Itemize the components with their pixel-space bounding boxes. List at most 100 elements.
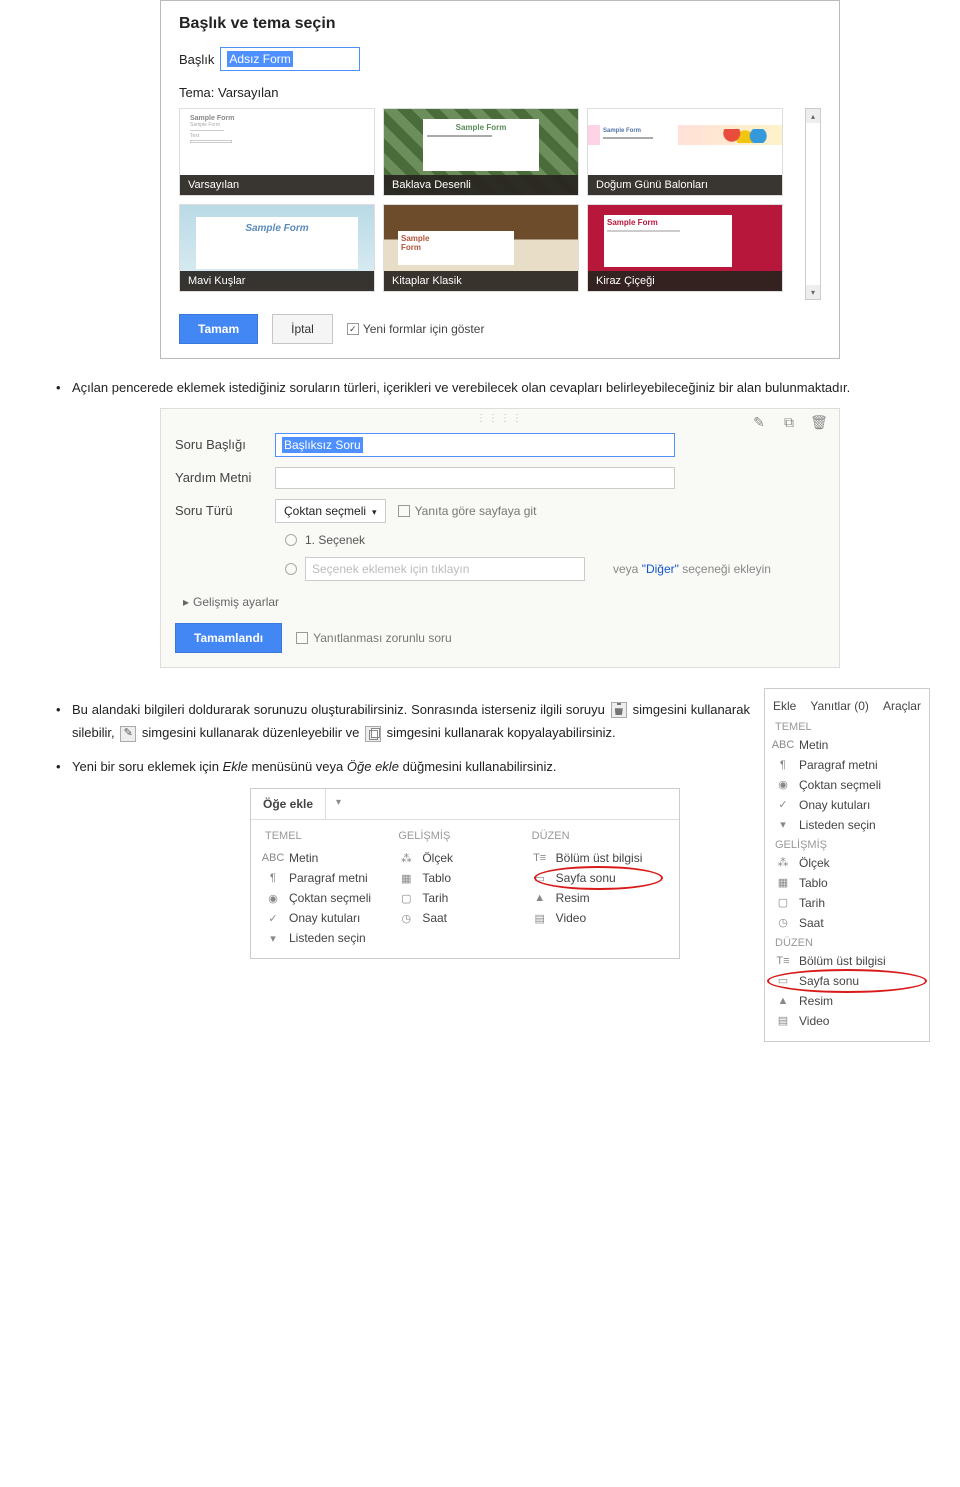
menu-image[interactable]: ▲Resim bbox=[532, 888, 665, 908]
radio-icon[interactable] bbox=[285, 563, 297, 575]
dropdown-icon: ▾ bbox=[775, 818, 791, 832]
required-checkbox[interactable]: Yanıtlanması zorunlu soru bbox=[296, 631, 452, 645]
rp-video[interactable]: ▤Video bbox=[765, 1011, 929, 1031]
radio-icon[interactable] bbox=[285, 534, 297, 546]
paragraph-icon: ¶ bbox=[265, 872, 281, 884]
help-text-input[interactable] bbox=[275, 467, 675, 489]
theme-option-bluebirds[interactable]: Sample Form Mavi Kuşlar bbox=[179, 204, 375, 292]
done-button[interactable]: Tamamlandı bbox=[175, 623, 282, 653]
menu-list[interactable]: ▾Listeden seçin bbox=[265, 928, 398, 948]
question-title-input[interactable]: Başlıksız Soru bbox=[275, 433, 675, 457]
insert-menu-panel: Ekle Yanıtlar (0) Araçlar TEMEL ABCMetin… bbox=[764, 688, 930, 1042]
delete-icon[interactable]: 🗑 bbox=[809, 413, 829, 433]
menu-date[interactable]: ▢Tarih bbox=[398, 888, 531, 908]
option-1-label[interactable]: 1. Seçenek bbox=[305, 533, 365, 547]
menu-ekle[interactable]: Ekle bbox=[773, 699, 796, 713]
text-icon: ABC bbox=[265, 852, 281, 864]
rp-text[interactable]: ABCMetin bbox=[765, 735, 929, 755]
rp-sectionheader[interactable]: T≡Bölüm üst bilgisi bbox=[765, 951, 929, 971]
drag-handle-icon[interactable]: ⋮⋮⋮⋮ bbox=[476, 413, 524, 424]
rp-image[interactable]: ▲Resim bbox=[765, 991, 929, 1011]
menu-checkboxes[interactable]: ✓Onay kutuları bbox=[265, 908, 398, 928]
menu-page-break[interactable]: ▭Sayfa sonu bbox=[532, 868, 665, 888]
menu-text[interactable]: ABCMetin bbox=[265, 848, 398, 868]
rp-multiplechoice[interactable]: ◉Çoktan seçmeli bbox=[765, 775, 929, 795]
question-type-dropdown[interactable]: Çoktan seçmeli bbox=[275, 499, 386, 523]
advanced-settings-toggle[interactable]: Gelişmiş ayarlar bbox=[183, 595, 825, 609]
theme-option-diamonds[interactable]: Sample Form Baklava Desenli bbox=[383, 108, 579, 196]
pencil-icon bbox=[120, 726, 136, 742]
cancel-button[interactable]: İptal bbox=[272, 314, 333, 344]
goto-page-checkbox[interactable]: Yanıta göre sayfaya git bbox=[398, 504, 537, 518]
menu-grid[interactable]: ▦Tablo bbox=[398, 868, 531, 888]
add-item-button[interactable]: Öğe ekle bbox=[251, 789, 326, 819]
theme-caption: Kitaplar Klasik bbox=[384, 271, 578, 291]
rp-paragraph[interactable]: ¶Paragraf metni bbox=[765, 755, 929, 775]
rp-scale[interactable]: ⁂Ölçek bbox=[765, 853, 929, 873]
theme-option-default[interactable]: Sample Form Sample Form Text Varsayılan bbox=[179, 108, 375, 196]
show-new-forms-checkbox[interactable]: ✓ Yeni formlar için göster bbox=[347, 322, 485, 336]
title-input-value: Adsız Form bbox=[227, 51, 292, 67]
clock-icon: ◷ bbox=[398, 912, 414, 925]
checkbox-icon bbox=[296, 632, 308, 644]
section-layout: DÜZEN bbox=[765, 933, 929, 951]
rp-date[interactable]: ▢Tarih bbox=[765, 893, 929, 913]
help-text-label: Yardım Metni bbox=[175, 470, 275, 485]
doc-paragraph-3: Yeni bir soru eklemek için Ekle menüsünü… bbox=[50, 755, 750, 778]
doc-paragraph-2: Bu alandaki bilgileri doldurarak sorunuz… bbox=[50, 698, 750, 745]
section-basic: TEMEL bbox=[265, 830, 398, 842]
checkbox-icon bbox=[398, 505, 410, 517]
title-input[interactable]: Adsız Form bbox=[220, 47, 360, 71]
sample-form-label: Sample Form bbox=[196, 217, 359, 269]
question-title-label: Soru Başlığı bbox=[175, 437, 275, 452]
image-icon: ▲ bbox=[775, 994, 791, 1008]
theme-option-cherry[interactable]: Sample Form Kiraz Çiçeği bbox=[587, 204, 783, 292]
menu-scale[interactable]: ⁂Ölçek bbox=[398, 848, 531, 868]
calendar-icon: ▢ bbox=[775, 896, 791, 910]
section-basic: TEMEL bbox=[765, 717, 929, 735]
theme-caption: Baklava Desenli bbox=[384, 175, 578, 195]
add-other-link[interactable]: "Diğer" bbox=[642, 562, 679, 576]
scroll-up-arrow[interactable]: ▴ bbox=[806, 109, 820, 123]
add-item-dropdown-arrow[interactable]: ▾ bbox=[326, 789, 351, 819]
calendar-icon: ▢ bbox=[398, 892, 414, 905]
question-type-label: Soru Türü bbox=[175, 503, 275, 518]
rp-grid[interactable]: ▦Tablo bbox=[765, 873, 929, 893]
theme-caption: Kiraz Çiçeği bbox=[588, 271, 782, 291]
rp-pagebreak[interactable]: ▭Sayfa sonu bbox=[765, 971, 929, 991]
theme-caption: Varsayılan bbox=[180, 175, 374, 195]
theme-option-balloons[interactable]: Sample Form Doğum Günü Balonları bbox=[587, 108, 783, 196]
text-icon: ABC bbox=[775, 738, 791, 752]
title-label: Başlık bbox=[179, 52, 214, 67]
add-option-input[interactable]: Seçenek eklemek için tıklayın bbox=[305, 557, 585, 581]
scroll-down-arrow[interactable]: ▾ bbox=[806, 285, 820, 299]
theme-option-books[interactable]: SampleForm Kitaplar Klasik bbox=[383, 204, 579, 292]
edit-icon[interactable]: ✎ bbox=[749, 413, 769, 433]
doc-paragraph-1: Açılan pencerede eklemek istediğiniz sor… bbox=[50, 379, 930, 398]
menu-yanitlar[interactable]: Yanıtlar (0) bbox=[810, 699, 868, 713]
menu-multiple-choice[interactable]: ◉Çoktan seçmeli bbox=[265, 888, 398, 908]
dialog-title: Başlık ve tema seçin bbox=[179, 15, 821, 33]
section-layout: DÜZEN bbox=[532, 830, 665, 842]
theme-grid: Sample Form Sample Form Text Varsayılan … bbox=[179, 108, 799, 300]
add-item-popup: Öğe ekle ▾ TEMEL ABCMetin ¶Paragraf metn… bbox=[250, 788, 680, 959]
radio-icon: ◉ bbox=[775, 778, 791, 792]
clock-icon: ◷ bbox=[775, 916, 791, 930]
theme-dialog: Başlık ve tema seçin Başlık Adsız Form T… bbox=[160, 0, 840, 359]
rp-list[interactable]: ▾Listeden seçin bbox=[765, 815, 929, 835]
menu-section-header[interactable]: T≡Bölüm üst bilgisi bbox=[532, 848, 665, 868]
copy-icon bbox=[365, 726, 381, 742]
ok-button[interactable]: Tamam bbox=[179, 314, 258, 344]
menu-araclar[interactable]: Araçlar bbox=[883, 699, 921, 713]
section-advanced: GELİŞMİŞ bbox=[765, 835, 929, 853]
menu-time[interactable]: ◷Saat bbox=[398, 908, 531, 928]
theme-scrollbar[interactable]: ▴ ▾ bbox=[805, 108, 821, 300]
dropdown-icon: ▾ bbox=[265, 932, 281, 945]
rp-checkboxes[interactable]: ✓Onay kutuları bbox=[765, 795, 929, 815]
image-icon: ▲ bbox=[532, 892, 548, 904]
paragraph-icon: ¶ bbox=[775, 758, 791, 772]
menu-paragraph[interactable]: ¶Paragraf metni bbox=[265, 868, 398, 888]
rp-time[interactable]: ◷Saat bbox=[765, 913, 929, 933]
duplicate-icon[interactable]: ⧉ bbox=[779, 413, 799, 433]
menu-video[interactable]: ▤Video bbox=[532, 908, 665, 928]
